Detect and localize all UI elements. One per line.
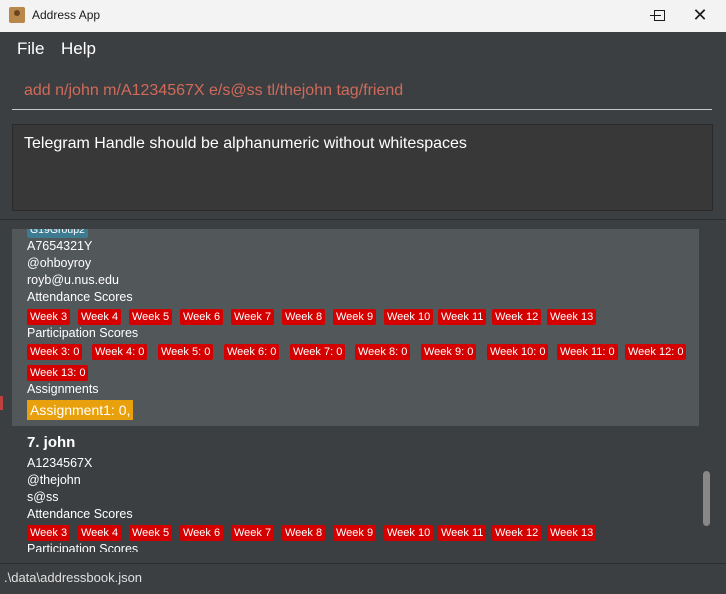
attendance-chip: Week 3 [27,525,71,541]
file-path: .\data\addressbook.json [4,570,143,585]
attendance-chip: Week 12 [492,525,542,541]
participation-chip: Week 13: 0 [27,365,89,381]
attendance-chip: Week 8 [282,309,326,325]
attendance-chip: Week 4 [78,525,122,541]
status-bar: .\data\addressbook.json [0,563,726,594]
app-icon [9,7,25,23]
attendance-label: Attendance Scores [27,507,133,521]
attendance-chip: Week 10 [384,525,434,541]
attendance-chip: Week 11 [438,309,487,325]
person-card[interactable]: 7. john A1234567X @thejohn s@ss Attendan… [12,426,699,552]
close-button[interactable]: ✕ [690,6,710,26]
command-area [2,66,724,114]
participation-chip: Week 5: 0 [158,344,214,360]
attendance-chip: Week 11 [438,525,487,541]
person-name: 7. john [27,434,76,451]
attendance-chip: Week 6 [180,525,224,541]
assignment-badge: Assignment1: 0, [27,400,134,420]
participation-chip: Week 7: 0 [290,344,346,360]
result-display: Telegram Handle should be alphanumeric w… [12,124,713,211]
participation-chip: Week 4: 0 [92,344,148,360]
telegram-handle: @thejohn [27,473,81,487]
attendance-chip: Week 8 [282,525,326,541]
list-scrollbar[interactable] [703,471,710,526]
menu-bar: File Help [2,32,724,66]
attendance-chip: Week 12 [492,309,542,325]
command-input[interactable] [12,72,712,110]
participation-chip: Week 8: 0 [355,344,411,360]
attendance-label: Attendance Scores [27,290,133,304]
attendance-chip: Week 3 [27,309,71,325]
attendance-chip: Week 9 [333,525,377,541]
attendance-chip: Week 4 [78,309,122,325]
participation-label: Participation Scores [27,326,139,340]
matric-number: A7654321Y [27,239,93,253]
window-title: Address App [32,8,101,22]
attendance-chip: Week 13 [547,525,597,541]
menu-help[interactable]: Help [61,39,96,59]
attendance-chip: Week 9 [333,309,377,325]
group-tag: G19Group2 [27,229,88,238]
menu-file[interactable]: File [17,39,44,59]
person-list[interactable]: G19Group2 A7654321Y @ohboyroy royb@u.nus… [12,229,714,552]
attendance-chip: Week 7 [231,309,275,325]
telegram-handle: @ohboyroy [27,256,92,270]
email: royb@u.nus.edu [27,273,119,287]
assignments-label: Assignments [27,382,99,396]
matric-number: A1234567X [27,456,93,470]
attendance-chip: Week 13 [547,309,597,325]
attendance-chip: Week 5 [129,309,173,325]
edge-marker [0,396,3,410]
attendance-chip: Week 7 [231,525,275,541]
participation-label: Participation Scores [27,542,139,552]
divider [0,219,726,220]
attendance-chip: Week 10 [384,309,434,325]
participation-chip: Week 12: 0 [625,344,687,360]
participation-chip: Week 6: 0 [224,344,280,360]
result-message: Telegram Handle should be alphanumeric w… [24,135,467,152]
participation-chip: Week 10: 0 [487,344,549,360]
attendance-chip: Week 6 [180,309,224,325]
attendance-chip: Week 5 [129,525,173,541]
participation-chip: Week 3: 0 [27,344,83,360]
email: s@ss [27,490,59,504]
title-bar: Address App ✕ [0,0,726,32]
person-card[interactable]: G19Group2 A7654321Y @ohboyroy royb@u.nus… [12,229,699,426]
participation-chip: Week 11: 0 [557,344,618,360]
participation-chip: Week 9: 0 [421,344,477,360]
